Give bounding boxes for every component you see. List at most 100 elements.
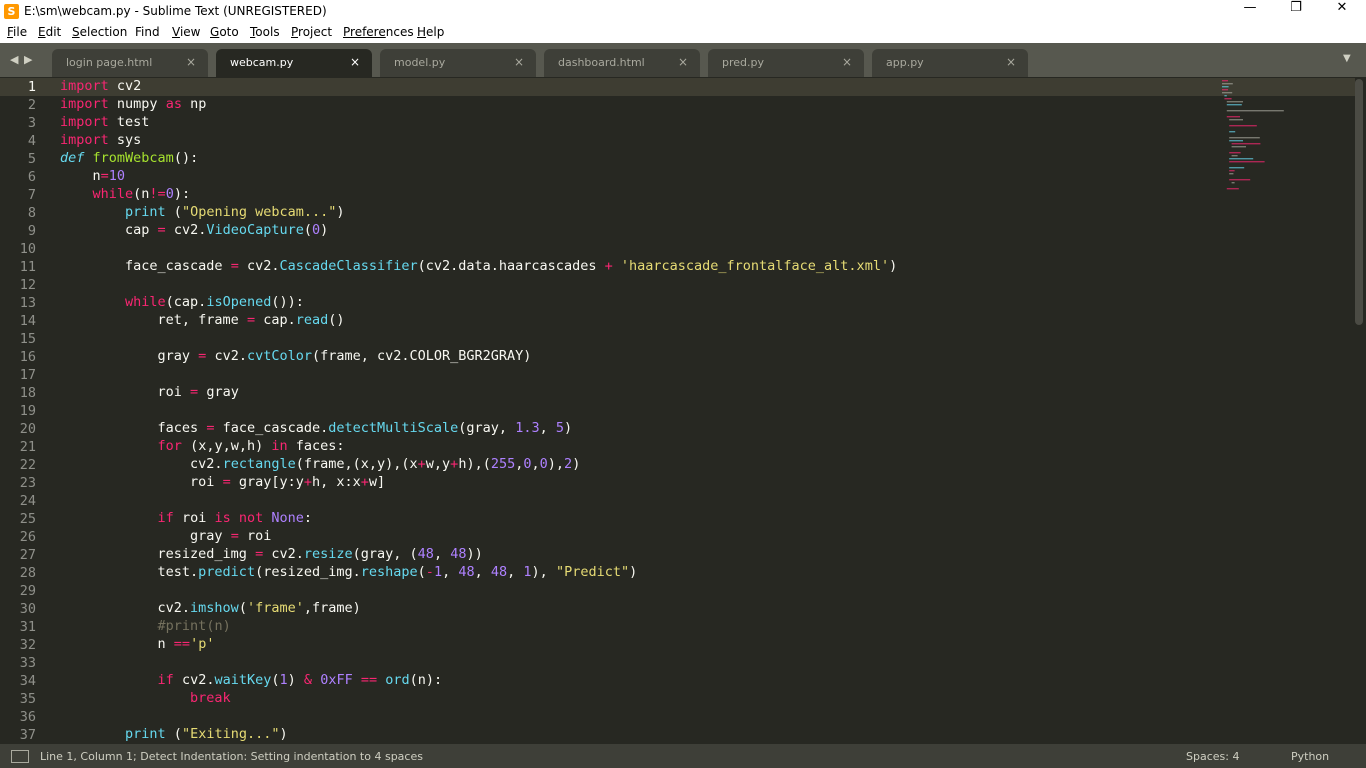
code-line[interactable]: if cv2.waitKey(1) & 0xFF == ord(n): xyxy=(60,672,443,690)
tab-model-py[interactable]: model.py × xyxy=(380,49,536,77)
line-number: 34 xyxy=(19,673,36,689)
menu-goto[interactable]: Goto xyxy=(210,25,239,39)
minimap-line xyxy=(1224,98,1232,100)
menu-edit[interactable]: Edit xyxy=(38,25,61,39)
tab-close-icon[interactable]: × xyxy=(1006,55,1016,69)
tab-scroll-left-icon[interactable]: ◀ xyxy=(10,53,18,66)
code-editor[interactable]: 1 2 3 4 5 6 7 8 9 10 11 12 13 14 15 16 17 18 19 20 21 22 23 24 2… xyxy=(0,77,1366,744)
tab-list-dropdown-icon[interactable]: ▼ xyxy=(1343,53,1351,64)
minimap-line xyxy=(1229,173,1234,175)
tab-scroll-right-icon[interactable]: ▶ xyxy=(24,53,32,66)
minimap-line xyxy=(1222,80,1228,82)
tab-close-icon[interactable]: × xyxy=(678,55,688,69)
code-line[interactable]: import numpy as np xyxy=(60,96,206,114)
minimize-button[interactable]: — xyxy=(1227,0,1273,23)
line-number: 11 xyxy=(19,259,36,275)
minimap-line xyxy=(1229,161,1265,163)
code-line[interactable]: n =='p' xyxy=(60,636,215,654)
tab-login-page-html[interactable]: login page.html × xyxy=(52,49,208,77)
minimap-line xyxy=(1229,167,1245,169)
menu-project[interactable]: Project xyxy=(291,25,332,39)
code-line[interactable]: resized_img = cv2.resize(gray, (48, 48)) xyxy=(60,546,483,564)
status-bar: Line 1, Column 1; Detect Indentation: Se… xyxy=(0,744,1366,768)
syntax-selector[interactable]: Python xyxy=(1291,750,1329,763)
code-line[interactable]: import test xyxy=(60,114,149,132)
code-line[interactable]: gray = roi xyxy=(60,528,271,546)
minimap-line xyxy=(1229,179,1251,181)
minimap[interactable] xyxy=(1218,77,1348,207)
line-number: 23 xyxy=(19,475,36,491)
line-number: 7 xyxy=(27,187,36,203)
minimap-line xyxy=(1229,158,1254,160)
line-number: 20 xyxy=(19,421,36,437)
code-line[interactable]: gray = cv2.cvtColor(frame, cv2.COLOR_BGR… xyxy=(60,348,532,366)
tab-bar: ◀ ▶ login page.html × webcam.py × model.py × d… xyxy=(0,43,1366,77)
line-number: 30 xyxy=(19,601,36,617)
menu-help[interactable]: Help xyxy=(417,25,444,39)
tab-pred-py[interactable]: pred.py × xyxy=(708,49,864,77)
line-number: 6 xyxy=(27,169,36,185)
tab-app-py[interactable]: app.py × xyxy=(872,49,1028,77)
panel-toggle-icon[interactable] xyxy=(11,750,29,763)
close-window-button[interactable]: ✕ xyxy=(1319,0,1365,23)
tab-dashboard-html[interactable]: dashboard.html × xyxy=(544,49,700,77)
tab-label: webcam.py xyxy=(230,56,294,69)
minimap-line xyxy=(1229,170,1235,172)
minimap-line xyxy=(1222,86,1229,88)
code-line[interactable]: roi = gray xyxy=(60,384,239,402)
code-line[interactable]: def fromWebcam(): xyxy=(60,150,198,168)
tab-label: pred.py xyxy=(722,56,765,69)
code-line[interactable]: while(cap.isOpened()): xyxy=(60,294,304,312)
menu-tools[interactable]: Tools xyxy=(250,25,280,39)
code-area[interactable]: import cv2 import numpy as np import test i… xyxy=(60,77,1210,744)
minimap-line xyxy=(1226,116,1240,118)
code-line[interactable]: import cv2 xyxy=(60,78,141,96)
code-line[interactable]: test.predict(resized_img.reshape(-1, 48,… xyxy=(60,564,638,582)
minimap-line xyxy=(1229,137,1260,139)
code-line[interactable]: print ("Exiting...") xyxy=(60,726,288,744)
line-number: 13 xyxy=(19,295,36,311)
minimap-line xyxy=(1222,83,1233,85)
menu-preferences[interactable]: Preferences xyxy=(343,25,414,39)
tab-label: model.py xyxy=(394,56,446,69)
indentation-setting[interactable]: Spaces: 4 xyxy=(1186,750,1239,763)
code-line[interactable]: cv2.rectangle(frame,(x,y),(x+w,y+h),(255… xyxy=(60,456,580,474)
line-number: 37 xyxy=(19,727,36,743)
status-message: Line 1, Column 1; Detect Indentation: Se… xyxy=(40,750,423,763)
code-line[interactable]: import sys xyxy=(60,132,141,150)
code-line[interactable]: cap = cv2.VideoCapture(0) xyxy=(60,222,328,240)
code-line[interactable]: face_cascade = cv2.CascadeClassifier(cv2… xyxy=(60,258,897,276)
code-line[interactable]: cv2.imshow('frame',frame) xyxy=(60,600,361,618)
tab-webcam-py[interactable]: webcam.py × xyxy=(216,49,372,77)
code-line[interactable]: if roi is not None: xyxy=(60,510,313,528)
code-line[interactable]: break xyxy=(60,690,231,708)
code-line[interactable]: print ("Opening webcam...") xyxy=(60,204,344,222)
tab-label: dashboard.html xyxy=(558,56,645,69)
tab-label: login page.html xyxy=(66,56,153,69)
vertical-scrollbar[interactable] xyxy=(1355,79,1363,325)
menu-find[interactable]: Find xyxy=(135,25,160,39)
code-line[interactable]: #print(n) xyxy=(60,618,231,636)
minimap-line xyxy=(1226,188,1239,190)
minimap-line xyxy=(1229,140,1243,142)
menu-file[interactable]: File xyxy=(7,25,27,39)
line-number: 8 xyxy=(27,205,36,221)
code-line[interactable]: while(n!=0): xyxy=(60,186,191,204)
menu-view[interactable]: View xyxy=(172,25,200,39)
tab-close-icon[interactable]: × xyxy=(350,55,360,69)
minimap-line xyxy=(1229,125,1257,127)
line-number: 24 xyxy=(19,493,36,509)
code-line[interactable]: ret, frame = cap.read() xyxy=(60,312,345,330)
line-number-gutter: 1 2 3 4 5 6 7 8 9 10 11 12 13 14 15 16 17 18 19 20 21 22 23 24 2… xyxy=(0,77,50,744)
tab-close-icon[interactable]: × xyxy=(842,55,852,69)
code-line[interactable]: for (x,y,w,h) in faces: xyxy=(60,438,345,456)
menu-selection[interactable]: Selection xyxy=(72,25,127,39)
tab-close-icon[interactable]: × xyxy=(514,55,524,69)
line-number: 27 xyxy=(19,547,36,563)
code-line[interactable]: faces = face_cascade.detectMultiScale(gr… xyxy=(60,420,573,438)
tab-close-icon[interactable]: × xyxy=(186,55,196,69)
code-line[interactable]: n=10 xyxy=(60,168,126,186)
line-number: 28 xyxy=(19,565,36,581)
restore-button[interactable]: ❐ xyxy=(1273,0,1319,23)
code-line[interactable]: roi = gray[y:y+h, x:x+w] xyxy=(60,474,385,492)
